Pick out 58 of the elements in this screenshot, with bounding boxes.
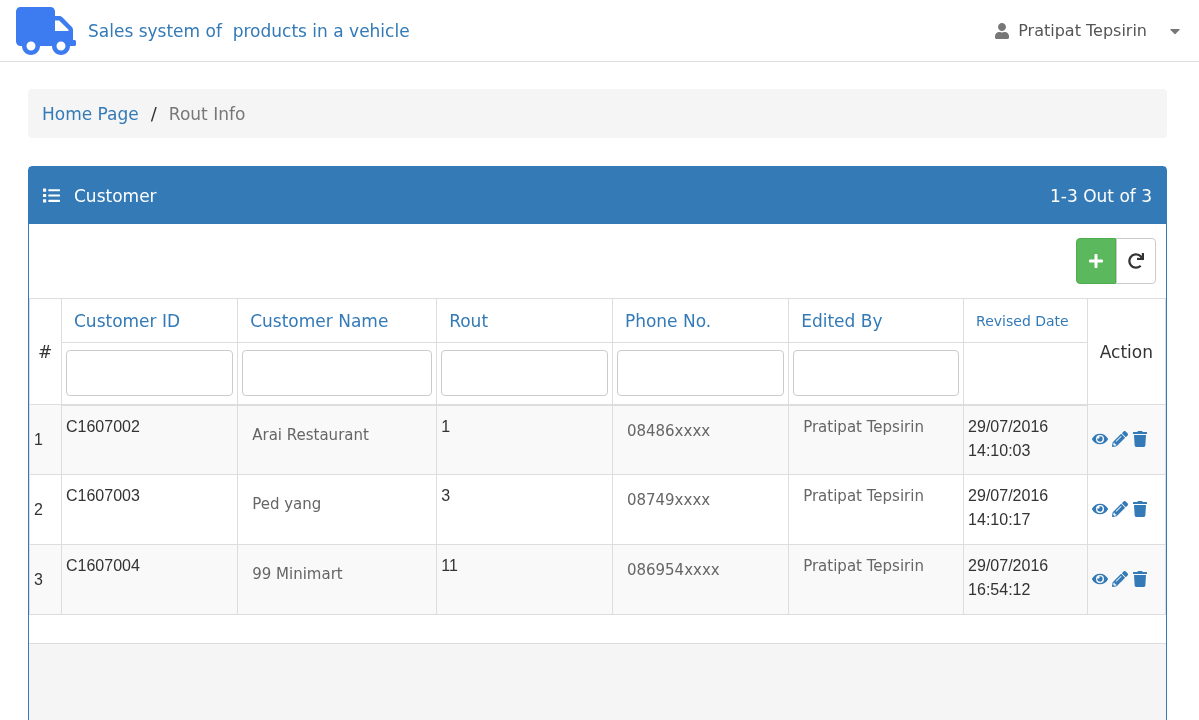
table-cell: 086954xxxx <box>626 561 720 579</box>
list-icon <box>43 187 60 204</box>
table-cell: 11 <box>441 557 458 575</box>
table-cell: C1607002 <box>66 417 140 436</box>
table-cell: C1607003 <box>66 487 140 505</box>
table-cell: 99 Minimart <box>252 565 343 583</box>
edit-icon[interactable] <box>1111 431 1128 447</box>
table-cell: Ped yang <box>252 495 322 513</box>
column-header: # <box>29 298 62 405</box>
filter-field[interactable] <box>616 350 785 397</box>
table-cell: 3 <box>441 487 451 505</box>
column-header[interactable]: Phone No. <box>612 298 789 343</box>
view-icon[interactable] <box>1091 501 1108 517</box>
column-header: Action <box>1087 298 1166 405</box>
table-cell: C1607004 <box>66 557 140 575</box>
table-cell: 29/07/2016 <box>968 487 1049 505</box>
edit-icon[interactable] <box>1111 501 1128 517</box>
column-header[interactable]: Edited By <box>788 298 964 343</box>
delete-icon[interactable] <box>1131 571 1148 587</box>
user-name[interactable]: Pratipat Tepsirin <box>1018 21 1147 40</box>
row-number: 3 <box>34 571 43 589</box>
column-header[interactable]: Customer Name <box>237 298 437 343</box>
breadcrumb-item: Rout Info <box>168 103 246 124</box>
user-icon <box>994 22 1011 39</box>
refresh-icon <box>1128 253 1144 269</box>
app-title: Sales system of products in a vehicle <box>88 20 411 41</box>
row-number: 2 <box>34 501 43 519</box>
column-header[interactable]: Revised Date <box>963 298 1088 343</box>
filter-field[interactable] <box>441 350 608 397</box>
column-header[interactable]: Customer ID <box>61 298 238 343</box>
table-cell: Pratipat Tepsirin <box>803 487 924 505</box>
view-icon[interactable] <box>1091 431 1108 447</box>
filter-field[interactable] <box>793 350 960 397</box>
filter-field[interactable] <box>242 350 433 397</box>
filter-field[interactable] <box>66 350 234 397</box>
table-cell: 08486xxxx <box>626 421 711 440</box>
table-cell: 29/07/2016 <box>968 557 1049 575</box>
table-cell: 1 <box>441 417 451 436</box>
plus-icon <box>1088 253 1104 269</box>
table-cell: 16:54:12 <box>968 581 1031 599</box>
delete-icon[interactable] <box>1131 501 1148 517</box>
table-cell: 14:10:17 <box>968 511 1031 529</box>
table-cell: 29/07/2016 <box>968 417 1049 436</box>
breadcrumb-separator: / <box>150 103 157 124</box>
row-number: 1 <box>34 431 43 449</box>
refresh-button[interactable] <box>1116 238 1156 284</box>
breadcrumb-item[interactable]: Home Page <box>42 103 139 124</box>
table-cell: 14:10:03 <box>968 441 1031 460</box>
table-cell: Arai Restaurant <box>252 425 369 444</box>
record-count: 1-3 Out of 3 <box>1050 185 1152 206</box>
delete-icon[interactable] <box>1131 431 1148 447</box>
edit-icon[interactable] <box>1111 571 1128 587</box>
table-cell: Pratipat Tepsirin <box>803 557 924 575</box>
table-cell: Pratipat Tepsirin <box>803 417 924 436</box>
panel-title: Customer <box>74 185 158 206</box>
view-icon[interactable] <box>1091 571 1108 587</box>
table-cell: 08749xxxx <box>626 491 711 509</box>
column-header[interactable]: Rout <box>436 298 613 343</box>
